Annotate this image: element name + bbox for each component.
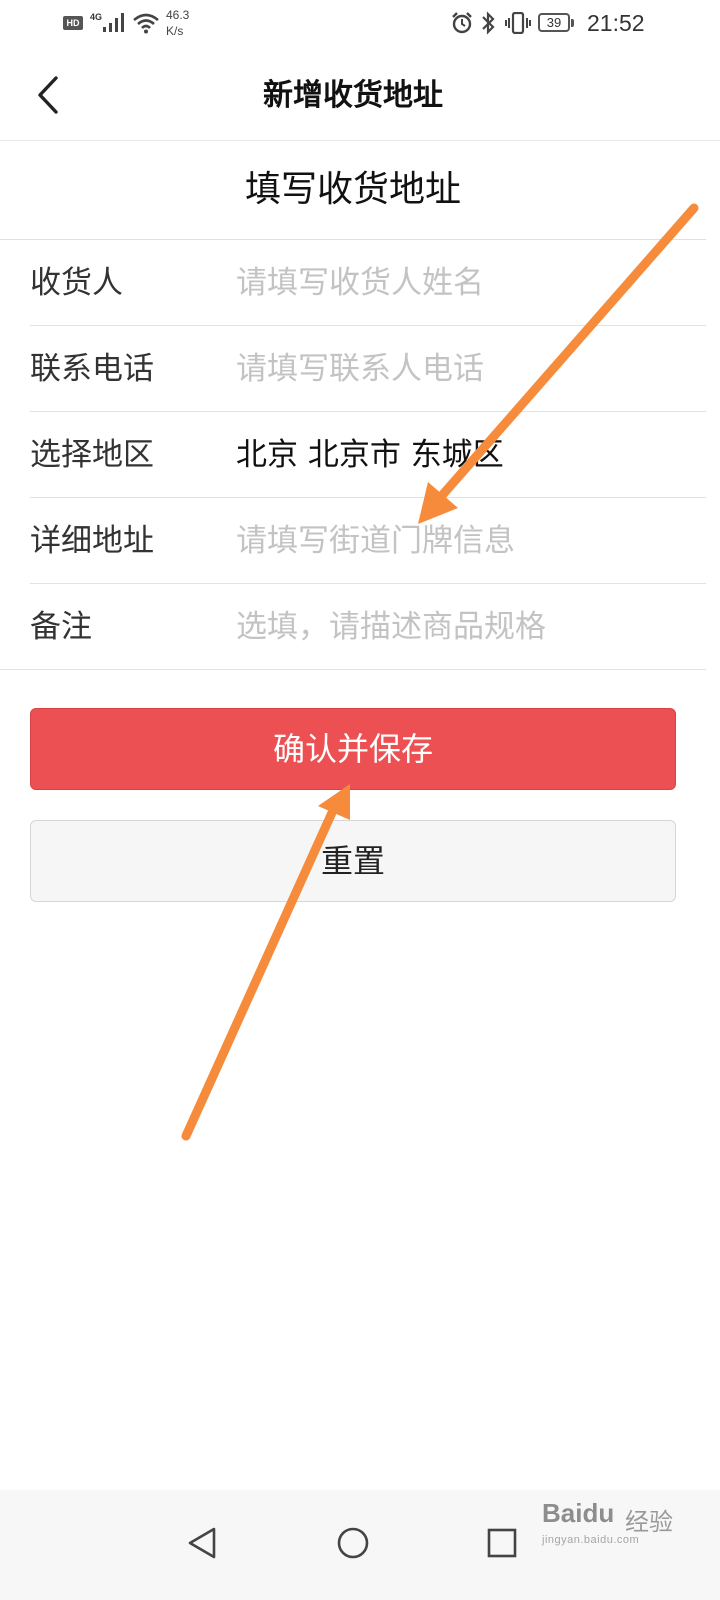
form-title: 填写收货地址 xyxy=(0,141,706,240)
baidu-watermark: Baidu 经验 jingyan.baidu.com xyxy=(542,1496,702,1556)
bluetooth-icon xyxy=(482,11,495,35)
network-speed: 46.3 K/s xyxy=(166,7,189,39)
watermark-brand: Baidu xyxy=(542,1498,615,1528)
address-detail-input[interactable] xyxy=(236,498,686,584)
battery-icon: 39 xyxy=(538,13,574,32)
form-row-remark: 备注 xyxy=(0,584,706,670)
form-row-region: 选择地区 北京 北京市 东城区 xyxy=(0,412,706,498)
phone-input[interactable] xyxy=(236,326,686,412)
address-label: 详细地址 xyxy=(30,523,154,559)
remark-label: 备注 xyxy=(30,609,92,645)
hd-badge: HD xyxy=(63,16,83,30)
speed-unit: K/s xyxy=(166,24,184,38)
nav-back-icon[interactable] xyxy=(186,1526,218,1560)
nav-header: 新增收货地址 xyxy=(0,50,720,141)
signal-icon xyxy=(103,13,124,32)
watermark-url: jingyan.baidu.com xyxy=(542,1534,640,1546)
form-row-receiver: 收货人 xyxy=(0,240,706,326)
address-form: 收货人 联系电话 选择地区 北京 北京市 东城区 详细地址 备注 xyxy=(0,240,706,670)
vibrate-icon xyxy=(505,12,531,34)
network-type: 4G xyxy=(90,12,103,22)
page-title: 新增收货地址 xyxy=(263,78,443,113)
region-label: 选择地区 xyxy=(30,437,154,473)
receiver-label: 收货人 xyxy=(30,265,123,301)
reset-button[interactable]: 重置 xyxy=(30,820,676,902)
nav-home-icon[interactable] xyxy=(336,1526,370,1560)
watermark-suffix: 经验 xyxy=(625,1509,673,1536)
status-bar: HD 4G 46.3 K/s 39 21:52 xyxy=(0,0,720,50)
remark-input[interactable] xyxy=(236,584,686,670)
speed-value: 46.3 xyxy=(166,8,190,22)
form-row-address: 详细地址 xyxy=(0,498,706,584)
alarm-icon xyxy=(452,12,472,34)
wifi-icon xyxy=(133,13,159,34)
clock: 21:52 xyxy=(587,10,645,36)
phone-label: 联系电话 xyxy=(30,351,154,387)
nav-recents-icon[interactable] xyxy=(486,1526,518,1560)
region-selector[interactable]: 北京 北京市 东城区 xyxy=(236,412,504,498)
receiver-name-input[interactable] xyxy=(236,240,686,326)
save-button[interactable]: 确认并保存 xyxy=(30,708,676,790)
form-row-phone: 联系电话 xyxy=(0,326,706,412)
